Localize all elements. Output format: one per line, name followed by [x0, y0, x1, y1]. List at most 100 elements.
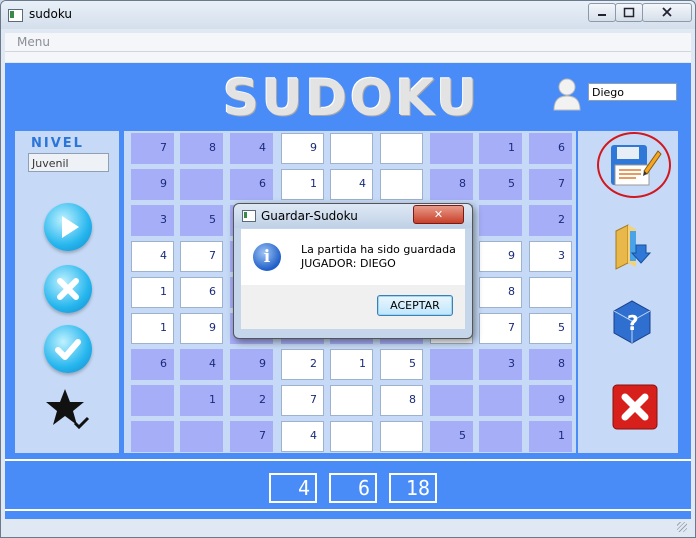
grid-cell[interactable]: 1: [131, 313, 174, 344]
grid-cell[interactable]: [131, 421, 174, 452]
grid-cell[interactable]: 1: [529, 421, 572, 452]
grid-cell[interactable]: [430, 349, 473, 380]
load-folder-icon[interactable]: [614, 223, 654, 271]
grid-cell[interactable]: 9: [281, 133, 324, 164]
grid-cell[interactable]: [479, 205, 522, 236]
grid-cell[interactable]: 4: [281, 421, 324, 452]
ranking-button[interactable]: [43, 385, 93, 433]
check-button[interactable]: [44, 325, 92, 373]
grid-cell[interactable]: 9: [529, 385, 572, 416]
title-bar[interactable]: sudoku: [1, 1, 695, 29]
grid-cell[interactable]: [330, 133, 373, 164]
grid-cell[interactable]: [380, 133, 423, 164]
grid-cell[interactable]: 5: [479, 169, 522, 200]
grid-cell[interactable]: 8: [380, 385, 423, 416]
nivel-field[interactable]: Juvenil: [28, 153, 109, 172]
grid-cell[interactable]: [479, 385, 522, 416]
grid-cell[interactable]: 5: [529, 313, 572, 344]
dialog-title: Guardar-Sudoku: [261, 209, 358, 223]
minimize-button[interactable]: [588, 3, 616, 22]
right-panel: ?: [578, 131, 678, 453]
grid-cell[interactable]: 3: [131, 205, 174, 236]
grid-cell[interactable]: [180, 169, 223, 200]
close-icon: [662, 7, 672, 17]
save-icon[interactable]: [608, 141, 662, 191]
clear-button[interactable]: [44, 265, 92, 313]
grid-cell[interactable]: 5: [380, 349, 423, 380]
exit-icon[interactable]: [611, 383, 659, 431]
timer-minutes: 6: [329, 473, 377, 503]
page-title: SUDOKU: [223, 69, 481, 127]
grid-cell[interactable]: 6: [230, 169, 273, 200]
grid-cell[interactable]: [131, 385, 174, 416]
grid-cell[interactable]: 4: [131, 241, 174, 272]
minimize-icon: [598, 14, 606, 16]
menu-bar: Menu: [5, 33, 691, 52]
close-button[interactable]: [642, 3, 692, 22]
grid-cell[interactable]: 5: [430, 421, 473, 452]
grid-cell[interactable]: 7: [230, 421, 273, 452]
grid-cell[interactable]: [180, 421, 223, 452]
grid-cell[interactable]: 8: [479, 277, 522, 308]
grid-cell[interactable]: 7: [529, 169, 572, 200]
maximize-icon: [623, 7, 635, 18]
grid-cell[interactable]: 3: [479, 349, 522, 380]
dialog-body: i La partida ha sido guardada JUGADOR: D…: [241, 229, 465, 285]
grid-cell[interactable]: [380, 421, 423, 452]
grid-cell[interactable]: 1: [131, 277, 174, 308]
grid-cell[interactable]: 1: [330, 349, 373, 380]
grid-cell[interactable]: 8: [430, 169, 473, 200]
grid-cell[interactable]: 8: [180, 133, 223, 164]
play-button[interactable]: [44, 203, 92, 251]
grid-cell[interactable]: 2: [529, 205, 572, 236]
grid-cell[interactable]: 2: [230, 385, 273, 416]
grid-cell[interactable]: 4: [180, 349, 223, 380]
check-icon: [55, 339, 81, 360]
x-icon: [57, 278, 79, 300]
help-cube-icon[interactable]: ?: [610, 297, 654, 345]
grid-cell[interactable]: 3: [529, 241, 572, 272]
grid-cell[interactable]: 1: [479, 133, 522, 164]
grid-cell[interactable]: 6: [131, 349, 174, 380]
grid-cell[interactable]: 7: [479, 313, 522, 344]
grid-cell[interactable]: [479, 421, 522, 452]
grid-cell[interactable]: [330, 421, 373, 452]
grid-cell[interactable]: 4: [330, 169, 373, 200]
play-icon: [62, 216, 79, 238]
grid-cell[interactable]: 7: [180, 241, 223, 272]
grid-cell[interactable]: 9: [479, 241, 522, 272]
accept-button[interactable]: ACEPTAR: [377, 295, 453, 316]
maximize-button[interactable]: [615, 3, 643, 22]
grid-cell[interactable]: [430, 385, 473, 416]
grid-cell[interactable]: 6: [529, 133, 572, 164]
grid-cell[interactable]: 1: [180, 385, 223, 416]
dialog-title-bar[interactable]: Guardar-Sudoku ✕: [234, 204, 472, 228]
menu-item-menu[interactable]: Menu: [17, 35, 50, 49]
username-field[interactable]: Diego: [588, 83, 677, 101]
grid-cell[interactable]: 7: [131, 133, 174, 164]
grid-cell[interactable]: 7: [281, 385, 324, 416]
info-icon: i: [253, 243, 281, 271]
grid-cell[interactable]: [330, 385, 373, 416]
grid-cell[interactable]: 4: [230, 133, 273, 164]
app-icon: [8, 9, 23, 22]
timer-hours: 4: [269, 473, 317, 503]
grid-cell[interactable]: [529, 277, 572, 308]
grid-cell[interactable]: 1: [281, 169, 324, 200]
window-title: sudoku: [29, 7, 73, 21]
grid-cell[interactable]: 8: [529, 349, 572, 380]
app-window: sudoku Menu SUDOKU Diego NIVEL Juvenil 7…: [0, 0, 696, 538]
grid-cell[interactable]: 9: [230, 349, 273, 380]
grid-cell[interactable]: [430, 133, 473, 164]
svg-text:?: ?: [627, 311, 639, 335]
dialog-footer: ACEPTAR: [241, 285, 465, 329]
grid-cell[interactable]: 5: [180, 205, 223, 236]
left-panel: NIVEL Juvenil: [15, 131, 119, 453]
resize-grip-icon[interactable]: [677, 522, 687, 532]
grid-cell[interactable]: 2: [281, 349, 324, 380]
dialog-close-button[interactable]: ✕: [413, 205, 464, 224]
grid-cell[interactable]: 9: [131, 169, 174, 200]
grid-cell[interactable]: 6: [180, 277, 223, 308]
grid-cell[interactable]: [380, 169, 423, 200]
grid-cell[interactable]: 9: [180, 313, 223, 344]
